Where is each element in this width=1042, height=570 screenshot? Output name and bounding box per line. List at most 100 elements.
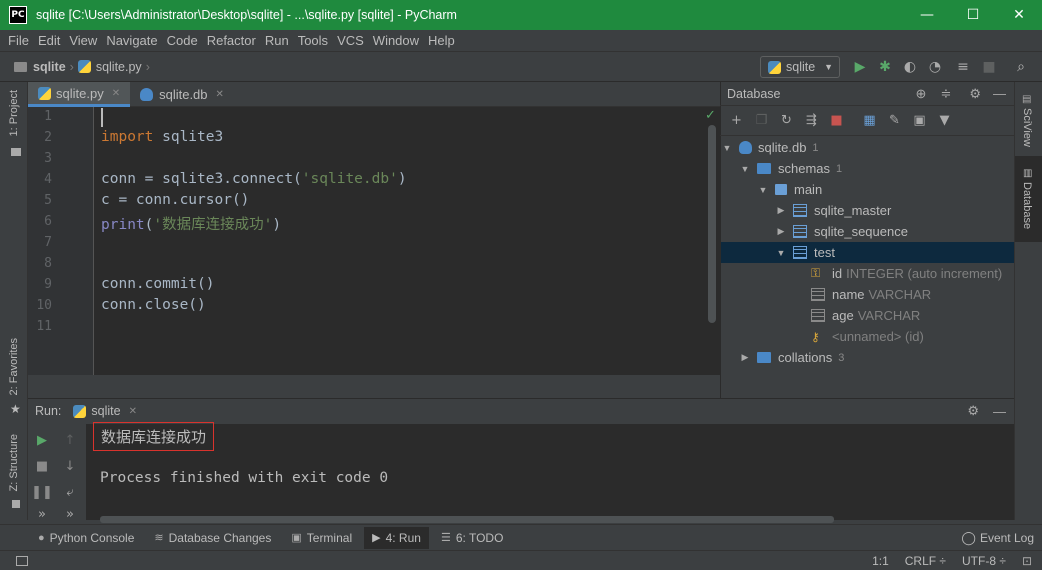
tree-item-main[interactable]: ▼ main <box>721 179 1014 200</box>
chevron-down-icon: ▼ <box>740 163 750 174</box>
run-panel-label: Run: <box>35 404 62 418</box>
editor-scrollbar[interactable] <box>708 125 716 323</box>
read-only-lock-icon[interactable]: ⊡ <box>1022 554 1032 568</box>
more-icon[interactable]: » <box>32 504 52 524</box>
close-button[interactable]: ✕ <box>996 0 1042 30</box>
console-scrollbar[interactable] <box>100 516 834 523</box>
status-bar: 1:1 CRLF ÷ UTF-8 ÷ ⊡ <box>0 550 1042 570</box>
tool-windows-toggle-icon[interactable] <box>16 555 28 566</box>
schema-sync-icon[interactable]: ⇶ <box>803 112 820 129</box>
menu-vcs[interactable]: VCS <box>337 33 364 48</box>
folder-icon <box>11 148 21 156</box>
python-file-icon <box>73 404 87 418</box>
breadcrumb-project[interactable]: sqlite <box>33 60 66 74</box>
menu-view[interactable]: View <box>69 33 97 48</box>
tree-item-test[interactable]: ▼ test <box>721 242 1014 263</box>
chevron-down-icon: ▼ <box>824 62 833 72</box>
stop-icon[interactable]: ■ <box>828 112 845 129</box>
rerun-icon[interactable]: ▶ <box>32 430 52 450</box>
close-tab-icon[interactable]: ✕ <box>129 406 137 417</box>
hide-icon[interactable]: — <box>993 86 1006 101</box>
database-tool-button[interactable]: Database <box>1021 182 1033 229</box>
tree-item-sqlite-sequence[interactable]: ▶ sqlite_sequence <box>721 221 1014 242</box>
editor-gutter: 1 2 3 4 5 6 8 7 9 10 11 <box>28 107 94 375</box>
menu-refactor[interactable]: Refactor <box>207 33 256 48</box>
refresh-icon[interactable]: ↻ <box>778 112 795 129</box>
close-tab-icon[interactable]: ✕ <box>216 89 224 100</box>
right-tool-stripe: ▤ SciView ▥ Database <box>1014 82 1042 520</box>
close-tab-icon[interactable]: ✕ <box>112 88 120 99</box>
tab-sqlite-db[interactable]: sqlite.db ✕ <box>130 82 234 107</box>
tree-item-column-age[interactable]: age VARCHAR <box>721 305 1014 326</box>
tree-item-column-id[interactable]: ⚿ id INTEGER (auto increment) <box>721 263 1014 284</box>
structure-tool-button[interactable]: Z: Structure <box>8 434 20 491</box>
copy-icon[interactable]: ❐ <box>753 112 770 129</box>
caret-position[interactable]: 1:1 <box>872 554 889 568</box>
filter-icon[interactable]: ▼ <box>936 112 953 129</box>
menu-code[interactable]: Code <box>167 33 198 48</box>
table-icon[interactable]: ▦ <box>861 112 878 129</box>
menu-run[interactable]: Run <box>265 33 289 48</box>
maximize-button[interactable]: ☐ <box>950 0 996 30</box>
hide-icon[interactable]: — <box>993 404 1006 419</box>
sciview-icon: ▤ <box>1022 94 1032 105</box>
tab-sqlite-py[interactable]: sqlite.py ✕ <box>28 82 131 107</box>
code-editor[interactable]: import sqlite3 conn = sqlite3.connect('s… <box>94 107 720 375</box>
breadcrumb-file[interactable]: sqlite.py <box>96 60 142 74</box>
up-icon[interactable]: ↑ <box>60 430 80 450</box>
run-tab[interactable]: ▶ 4: Run <box>364 526 429 549</box>
menu-window[interactable]: Window <box>373 33 419 48</box>
add-icon[interactable]: + <box>728 112 745 129</box>
menu-tools[interactable]: Tools <box>298 33 328 48</box>
pause-icon[interactable]: ❚❚ <box>31 482 53 502</box>
menu-edit[interactable]: Edit <box>38 33 60 48</box>
terminal-tab[interactable]: ▣ Terminal <box>291 531 352 545</box>
tree-item-key[interactable]: ⚷ <unnamed> (id) <box>721 326 1014 347</box>
more-icon[interactable]: » <box>60 504 80 524</box>
tree-item-sqlite-db[interactable]: ▼ sqlite.db 1 <box>721 137 1014 158</box>
gear-icon[interactable]: ⚙ <box>969 86 981 102</box>
tree-item-label: sqlite.db <box>758 140 807 155</box>
collapse-icon[interactable]: ≑ <box>940 86 951 102</box>
python-icon: ● <box>38 531 45 544</box>
database-icon: ▥ <box>1023 168 1033 179</box>
menu-help[interactable]: Help <box>428 33 455 48</box>
stop-icon[interactable]: ■ <box>980 58 998 76</box>
tree-item-column-name[interactable]: name VARCHAR <box>721 284 1014 305</box>
line-number: 8 <box>44 256 52 271</box>
soft-wrap-icon[interactable]: ⤶ <box>60 482 80 502</box>
menu-file[interactable]: File <box>8 33 29 48</box>
python-console-tab[interactable]: ● Python Console <box>38 531 134 545</box>
todo-tab[interactable]: ☰ 6: TODO <box>441 531 503 545</box>
crosshair-icon[interactable]: ⊕ <box>916 86 927 102</box>
tree-item-schemas[interactable]: ▼ schemas 1 <box>721 158 1014 179</box>
favorites-tool-button[interactable]: 2: Favorites <box>8 338 20 395</box>
chevron-right-icon: ▶ <box>777 205 785 215</box>
event-log-button[interactable]: ◯ Event Log <box>961 530 1034 546</box>
gear-icon[interactable]: ⚙ <box>967 403 979 419</box>
run-tab-sqlite[interactable]: sqlite ✕ <box>73 404 137 418</box>
console-icon[interactable]: ▣ <box>911 112 928 129</box>
database-changes-tab[interactable]: ≋ Database Changes <box>154 531 271 545</box>
run-icon[interactable]: ▶ <box>851 58 869 76</box>
coverage-icon[interactable]: ◐ <box>901 58 919 76</box>
line-number: 6 <box>44 214 52 229</box>
tree-item-collations[interactable]: ▶ collations 3 <box>721 347 1014 368</box>
project-tool-button[interactable]: 1: Project <box>8 90 20 136</box>
sciview-tool-button[interactable]: SciView <box>1021 108 1033 147</box>
run-panel-header: Run: sqlite ✕ ⚙ — <box>28 398 1014 423</box>
minimize-button[interactable]: — <box>904 0 950 30</box>
edit-icon[interactable]: ✎ <box>886 112 903 129</box>
file-encoding[interactable]: UTF-8 ÷ <box>962 554 1006 568</box>
concurrency-icon[interactable]: ≡ <box>954 58 972 76</box>
debug-icon[interactable]: ✱ <box>876 58 894 76</box>
down-icon[interactable]: ↓ <box>60 456 80 476</box>
menu-navigate[interactable]: Navigate <box>106 33 157 48</box>
stop-icon[interactable]: ■ <box>32 456 52 476</box>
schema-icon <box>775 184 787 195</box>
tree-item-sqlite-master[interactable]: ▶ sqlite_master <box>721 200 1014 221</box>
search-icon[interactable]: ⌕ <box>1012 58 1030 76</box>
profile-icon[interactable]: ◔ <box>926 58 944 76</box>
run-configuration-select[interactable]: sqlite ▼ <box>760 56 840 78</box>
line-separator[interactable]: CRLF ÷ <box>905 554 946 568</box>
